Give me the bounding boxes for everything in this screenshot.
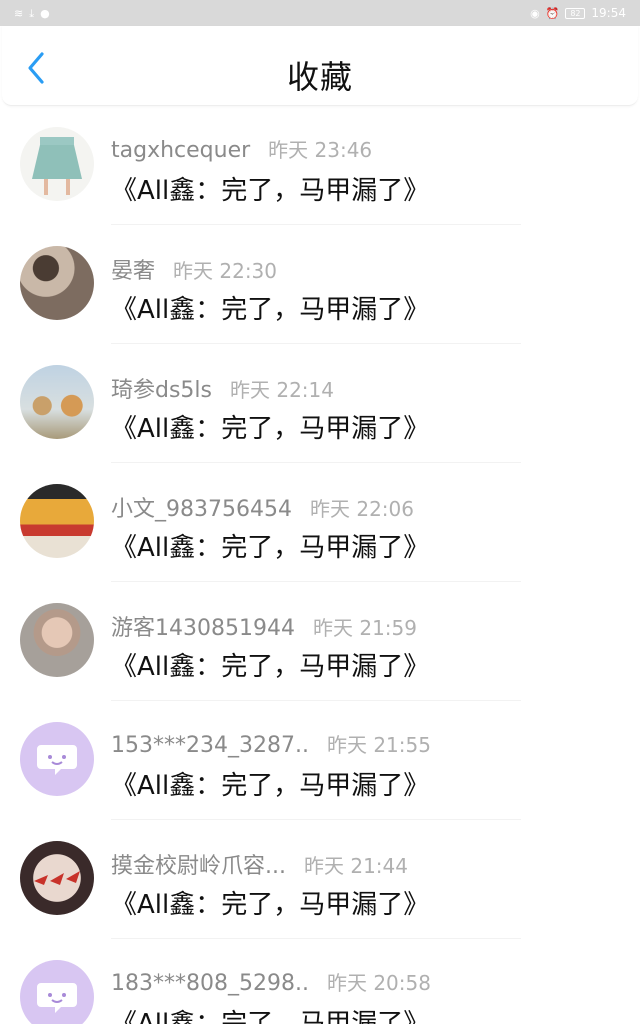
message: 《All鑫：完了，马甲漏了》 <box>111 414 430 444</box>
wifi-icon: ≋ <box>14 6 24 20</box>
item-meta: 183***808_5298.. 昨天 20:58 <box>111 967 431 996</box>
list-item[interactable]: 游客1430851944 昨天 21:59 《All鑫：完了，马甲漏了》 <box>0 582 640 701</box>
username[interactable]: tagxhcequer <box>111 138 250 163</box>
username[interactable]: 183***808_5298.. <box>111 971 309 996</box>
list-item[interactable]: 晏奢 昨天 22:30 《All鑫：完了，马甲漏了》 <box>0 225 640 344</box>
birds-image <box>34 871 80 885</box>
message: 《All鑫：完了，马甲漏了》 <box>111 295 430 325</box>
avatar[interactable] <box>20 722 94 796</box>
chat-bubble-icon <box>37 745 77 775</box>
status-time: 19:54 <box>591 6 626 20</box>
message: 《All鑫：完了，马甲漏了》 <box>111 533 430 563</box>
list-item[interactable]: tagxhcequer 昨天 23:46 《All鑫：完了，马甲漏了》 <box>0 106 640 225</box>
list-item[interactable]: 琦参ds5ls 昨天 22:14 《All鑫：完了，马甲漏了》 <box>0 344 640 463</box>
message: 《All鑫：完了，马甲漏了》 <box>111 1009 430 1024</box>
username[interactable]: 晏奢 <box>111 253 155 285</box>
username[interactable]: 摸金校尉岭爪容... <box>111 848 286 880</box>
status-bar: ≋ ⤓ ● ◉ ⏰ 82 19:54 <box>0 0 640 26</box>
timestamp: 昨天 21:44 <box>303 854 408 878</box>
item-meta: 摸金校尉岭爪容... 昨天 21:44 <box>111 848 408 880</box>
timestamp: 昨天 22:14 <box>230 378 334 402</box>
message: 《All鑫：完了，马甲漏了》 <box>111 771 430 801</box>
timestamp: 昨天 22:06 <box>309 497 414 521</box>
avatar[interactable] <box>20 127 94 201</box>
item-meta: 153***234_3287.. 昨天 21:55 <box>111 729 431 758</box>
alarm-icon: ⏰ <box>545 6 560 20</box>
skirt-image <box>32 137 82 195</box>
avatar[interactable] <box>20 603 94 677</box>
avatar[interactable] <box>20 960 94 1024</box>
item-meta: 琦参ds5ls 昨天 22:14 <box>111 372 334 404</box>
item-meta: 晏奢 昨天 22:30 <box>111 253 277 285</box>
avatar[interactable] <box>20 365 94 439</box>
message: 《All鑫：完了，马甲漏了》 <box>111 652 430 682</box>
favorites-list: tagxhcequer 昨天 23:46 《All鑫：完了，马甲漏了》 晏奢 昨… <box>0 106 640 1024</box>
status-right-icons: ◉ ⏰ 82 19:54 <box>530 6 626 20</box>
download-icon: ⤓ <box>29 6 35 20</box>
avatar[interactable] <box>20 484 94 558</box>
message: 《All鑫：完了，马甲漏了》 <box>111 176 430 206</box>
timestamp: 昨天 21:59 <box>312 616 417 640</box>
item-meta: 游客1430851944 昨天 21:59 <box>111 610 417 642</box>
list-item[interactable]: 183***808_5298.. 昨天 20:58 《All鑫：完了，马甲漏了》 <box>0 939 640 1024</box>
chat-bubble-icon <box>37 983 77 1013</box>
page-title: 收藏 <box>286 58 353 96</box>
timestamp: 昨天 22:30 <box>173 259 278 283</box>
list-item[interactable]: 摸金校尉岭爪容... 昨天 21:44 《All鑫：完了，马甲漏了》 <box>0 820 640 939</box>
header: 收藏 <box>2 26 638 106</box>
username[interactable]: 游客1430851944 <box>111 610 295 642</box>
item-meta: tagxhcequer 昨天 23:46 <box>111 134 372 163</box>
timestamp: 昨天 21:55 <box>326 733 431 757</box>
avatar[interactable] <box>20 246 94 320</box>
avatar[interactable] <box>20 841 94 915</box>
battery-icon: 82 <box>565 7 586 19</box>
eye-icon: ◉ <box>530 6 540 20</box>
notification-icon: ● <box>40 6 50 20</box>
list-item[interactable]: 小文_983756454 昨天 22:06 《All鑫：完了，马甲漏了》 <box>0 463 640 582</box>
timestamp: 昨天 20:58 <box>326 971 431 995</box>
username[interactable]: 153***234_3287.. <box>111 733 309 758</box>
message: 《All鑫：完了，马甲漏了》 <box>111 890 430 920</box>
timestamp: 昨天 23:46 <box>268 138 373 162</box>
username[interactable]: 小文_983756454 <box>111 491 292 523</box>
status-left-icons: ≋ ⤓ ● <box>14 8 50 19</box>
username[interactable]: 琦参ds5ls <box>111 372 212 404</box>
item-meta: 小文_983756454 昨天 22:06 <box>111 491 414 523</box>
list-item[interactable]: 153***234_3287.. 昨天 21:55 《All鑫：完了，马甲漏了》 <box>0 701 640 820</box>
